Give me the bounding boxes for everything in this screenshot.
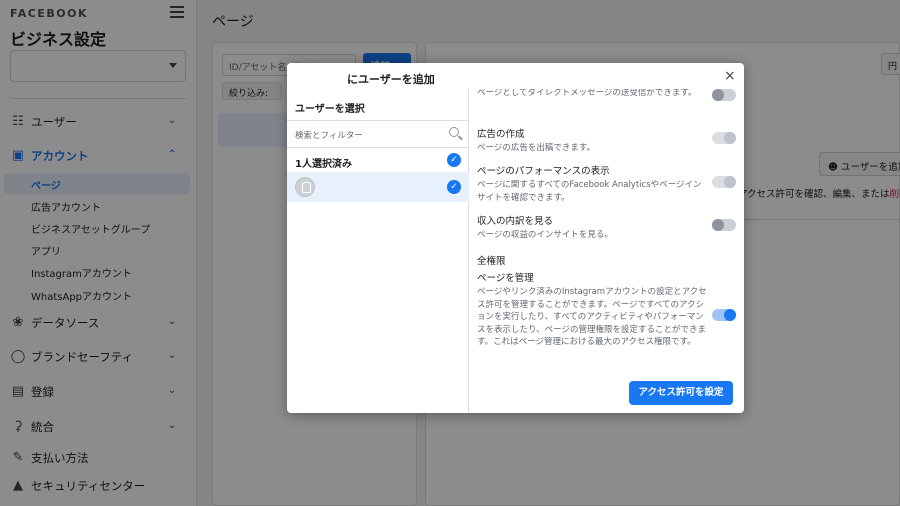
close-icon[interactable]: × bbox=[724, 68, 736, 84]
permission-title: ページのパフォーマンスの表示 bbox=[477, 166, 610, 177]
permissions-pane: ページとしてダイレクトメッセージの送受信ができます。 広告の作成 ページの広告を… bbox=[470, 89, 744, 369]
permission-desc: ページに関するすべてのFacebook Analyticsやページインサイトを確… bbox=[477, 180, 702, 203]
user-checkbox[interactable]: ✓ bbox=[447, 180, 461, 194]
select-all-checkbox[interactable]: ✓ bbox=[447, 153, 461, 167]
permission-desc: ページとしてダイレクトメッセージの送受信ができます。 bbox=[477, 89, 697, 98]
dialog-title: にユーザーを追加 bbox=[347, 73, 435, 86]
set-permissions-button[interactable]: アクセス許可を設定 bbox=[629, 381, 733, 405]
toggle-knob bbox=[724, 132, 736, 144]
toggle-view-performance[interactable] bbox=[712, 176, 736, 188]
select-users-title: ユーザーを選択 bbox=[295, 104, 365, 115]
toggle-manage-page[interactable] bbox=[712, 309, 736, 321]
toggle-view-revenue[interactable] bbox=[712, 219, 736, 231]
toggle-knob bbox=[724, 176, 736, 188]
permission-view-revenue: 収入の内訳を見る ページの収益のインサイトを見る。 bbox=[477, 213, 707, 242]
toggle-knob bbox=[712, 89, 724, 101]
search-placeholder: 検索とフィルター bbox=[295, 131, 363, 141]
toggle-messages[interactable] bbox=[712, 89, 736, 101]
permission-desc: ページの収益のインサイトを見る。 bbox=[477, 230, 613, 240]
permission-title: 収入の内訳を見る bbox=[477, 216, 554, 227]
search-icon bbox=[449, 127, 459, 137]
full-permissions-heading: 全権限 bbox=[477, 256, 506, 267]
toggle-knob bbox=[724, 309, 736, 321]
add-user-dialog: にユーザーを追加 × ユーザーを選択 検索とフィルター 1人選択済み ✓ ✓ ペ… bbox=[287, 63, 744, 413]
user-select-pane: ユーザーを選択 検索とフィルター 1人選択済み ✓ ✓ bbox=[287, 89, 469, 413]
selected-count: 1人選択済み bbox=[295, 159, 352, 170]
permission-title: 広告の作成 bbox=[477, 129, 525, 140]
permission-desc: ページやリンク済みのInstagramアカウントの設定とアクセス許可を管理するこ… bbox=[477, 287, 707, 347]
user-row[interactable]: ✓ bbox=[287, 172, 469, 202]
avatar bbox=[295, 177, 315, 197]
permission-view-performance: ページのパフォーマンスの表示 ページに関するすべてのFacebook Analy… bbox=[477, 163, 707, 204]
permission-messages: ページとしてダイレクトメッセージの送受信ができます。 bbox=[477, 89, 707, 100]
permission-manage-page: ページを管理 ページやリンク済みのInstagramアカウントの設定とアクセス許… bbox=[477, 270, 707, 349]
permission-create-ads: 広告の作成 ページの広告を出稿できます。 bbox=[477, 126, 707, 155]
toggle-create-ads[interactable] bbox=[712, 132, 736, 144]
permission-desc: ページの広告を出稿できます。 bbox=[477, 143, 595, 153]
permission-title: ページを管理 bbox=[477, 273, 534, 284]
toggle-knob bbox=[712, 219, 724, 231]
user-search-input[interactable]: 検索とフィルター bbox=[287, 120, 469, 148]
